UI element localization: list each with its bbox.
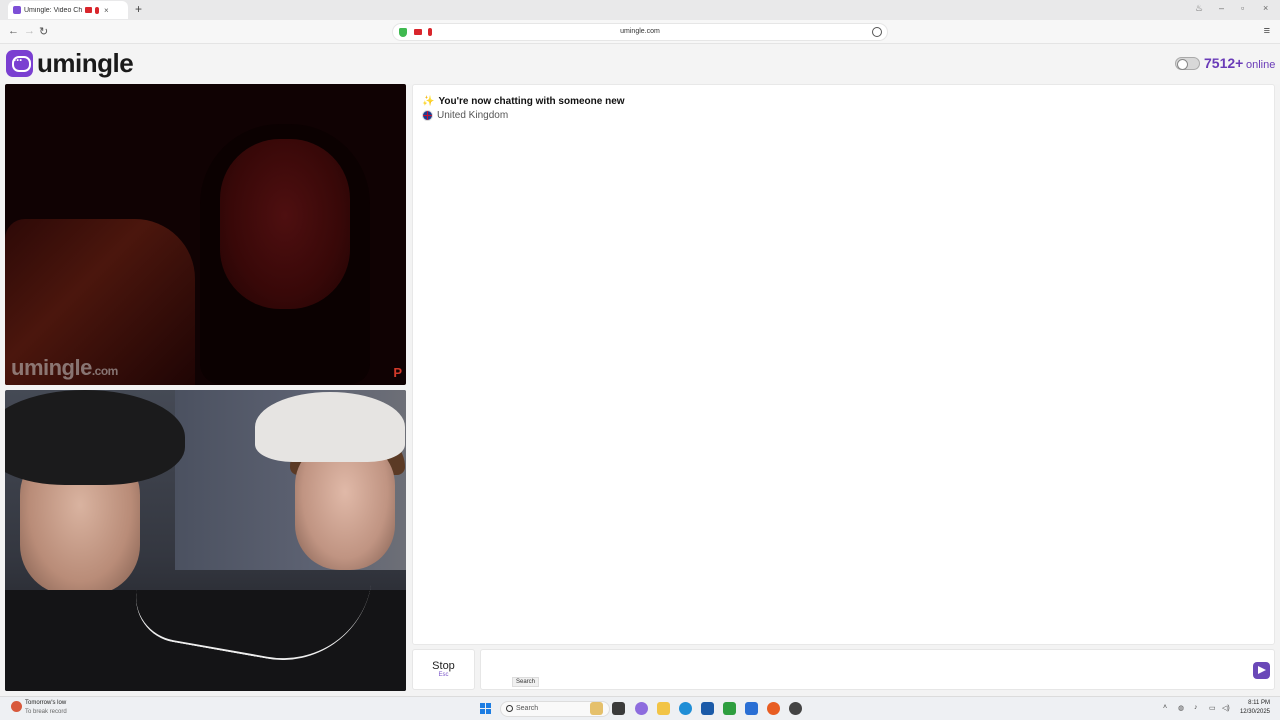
country-name: United Kingdom xyxy=(437,110,509,121)
dark-mode-toggle[interactable] xyxy=(1175,57,1200,70)
tray-overflow-icon[interactable]: ˄ xyxy=(1163,704,1167,711)
search-icon xyxy=(506,705,513,712)
volume-icon[interactable]: ◁) xyxy=(1222,704,1230,712)
search-tooltip: Search xyxy=(512,677,540,687)
copilot-icon[interactable]: ♨ xyxy=(1195,3,1203,14)
site-header: umingle 7512+ online xyxy=(0,44,1280,84)
minimize-icon[interactable]: – xyxy=(1219,3,1224,13)
microphone-tray-icon[interactable]: ♪ xyxy=(1194,704,1198,711)
browser-menu-button[interactable]: ≡ xyxy=(1264,25,1270,37)
self-video-hat-left xyxy=(5,390,185,485)
task-view-icon[interactable] xyxy=(612,702,625,715)
stranger-video-face xyxy=(220,139,350,309)
microphone-active-icon xyxy=(95,6,99,14)
browser-tab[interactable]: Umingle: Video Ch × xyxy=(8,1,128,19)
close-window-icon[interactable]: × xyxy=(1263,3,1268,13)
country-line: United Kingdom xyxy=(422,110,508,121)
sparkle-icon: ✨ xyxy=(422,96,435,107)
tab-title: Umingle: Video Ch xyxy=(24,6,82,14)
close-tab-button[interactable]: × xyxy=(104,6,109,15)
stop-button-label: Stop xyxy=(432,660,455,672)
taskbar-search-text: Search xyxy=(516,705,539,712)
clock-time[interactable]: 8:11 PM xyxy=(1248,700,1270,706)
system-message-text: You're now chatting with someone new xyxy=(438,96,625,107)
stranger-video: umingle.com P xyxy=(5,84,406,385)
send-button[interactable] xyxy=(1253,662,1270,679)
restore-icon[interactable]: ▫ xyxy=(1241,3,1244,13)
copilot-app-icon[interactable] xyxy=(635,702,648,715)
url-text[interactable]: umingle.com xyxy=(393,28,887,35)
uk-flag-icon xyxy=(422,110,433,121)
umingle-logo-icon[interactable] xyxy=(6,50,33,77)
display-icon[interactable]: ▭ xyxy=(1209,704,1216,712)
stop-hotkey-hint: Esc xyxy=(438,672,449,678)
translate-icon[interactable] xyxy=(872,27,882,37)
self-video-hat-right xyxy=(255,392,405,462)
network-icon[interactable]: ◍ xyxy=(1178,704,1184,712)
xbox-icon[interactable] xyxy=(723,702,736,715)
browser-tab-strip: Umingle: Video Ch × + ♨ – ▫ × xyxy=(0,0,1280,20)
reload-button[interactable]: ↻ xyxy=(39,25,48,38)
self-video xyxy=(5,390,406,691)
online-label: online xyxy=(1246,59,1276,71)
weather-subtext[interactable]: To break record xyxy=(25,709,67,715)
browser-toolbar: ← → ↻ umingle.com ≡ xyxy=(0,20,1280,44)
stop-button[interactable]: Stop Esc xyxy=(412,649,475,690)
site-logo-text[interactable]: umingle xyxy=(37,48,134,79)
watermark-brand: umingle xyxy=(11,355,92,380)
new-tab-button[interactable]: + xyxy=(135,2,142,16)
app-icon[interactable] xyxy=(789,702,802,715)
back-button[interactable]: ← xyxy=(8,25,19,37)
edge-icon[interactable] xyxy=(679,702,692,715)
address-bar[interactable]: umingle.com xyxy=(392,23,888,41)
forward-button[interactable]: → xyxy=(24,25,35,37)
store-icon[interactable] xyxy=(701,702,714,715)
clock-date[interactable]: 12/30/2025 xyxy=(1240,709,1270,715)
message-input[interactable] xyxy=(480,649,1275,690)
windows-start-icon[interactable] xyxy=(480,703,491,714)
weather-icon[interactable] xyxy=(11,701,22,712)
site-favicon-icon xyxy=(13,6,21,14)
watermark-tld: .com xyxy=(91,364,119,378)
weather-headline[interactable]: Tomorrow's low xyxy=(25,700,66,706)
brave-browser-icon[interactable] xyxy=(767,702,780,715)
screen: Umingle: Video Ch × + ♨ – ▫ × ← → ↻ umin… xyxy=(0,0,1280,720)
online-count: 7512+ xyxy=(1204,55,1244,71)
os-taskbar: Tomorrow's low To break record Search ˄ … xyxy=(0,696,1280,720)
file-explorer-icon[interactable] xyxy=(657,702,670,715)
camera-active-icon xyxy=(85,7,92,13)
report-flag-icon[interactable]: P xyxy=(393,365,402,380)
system-message: ✨ You're now chatting with someone new xyxy=(422,96,625,107)
widgets-icon[interactable] xyxy=(590,702,603,715)
outlook-icon[interactable] xyxy=(745,702,758,715)
chat-log[interactable]: ✨ You're now chatting with someone new U… xyxy=(412,84,1275,645)
video-watermark: umingle.com xyxy=(11,355,118,381)
